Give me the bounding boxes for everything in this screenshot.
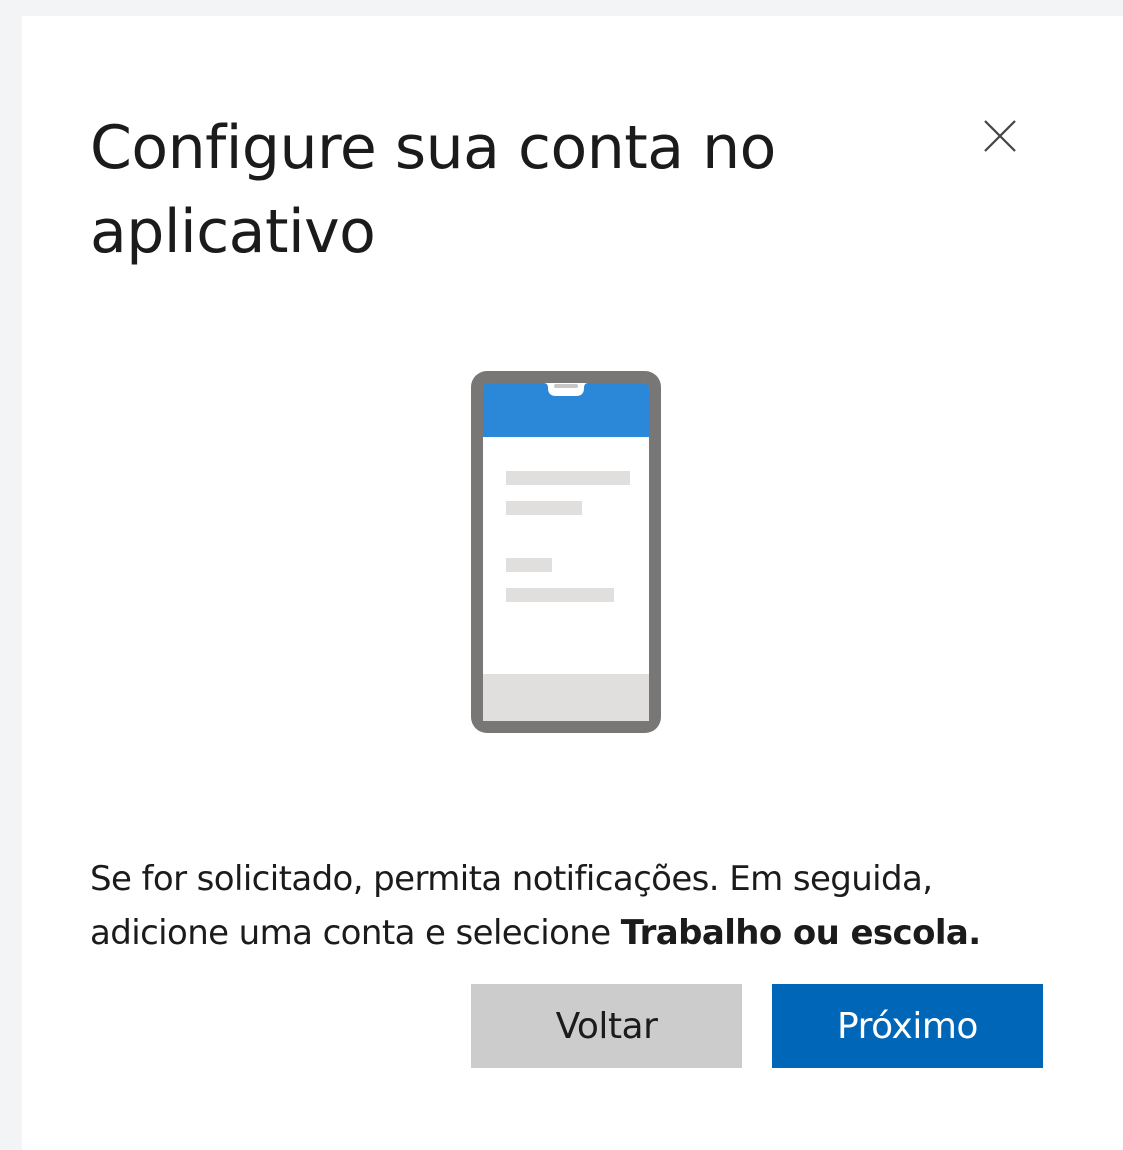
instructions-text: Se for solicitado, permita notificações.… xyxy=(90,852,1070,960)
smartphone-icon xyxy=(471,371,661,733)
instructions-emphasis: Trabalho ou escola. xyxy=(620,913,981,953)
next-button[interactable]: Próximo xyxy=(772,984,1043,1068)
dialog-title: Configure sua conta no aplicativo xyxy=(90,113,776,267)
close-icon xyxy=(984,120,1016,152)
back-button[interactable]: Voltar xyxy=(471,984,742,1068)
setup-dialog: Configure sua conta no aplicativo Se for… xyxy=(22,16,1123,1150)
close-button[interactable] xyxy=(974,110,1026,162)
